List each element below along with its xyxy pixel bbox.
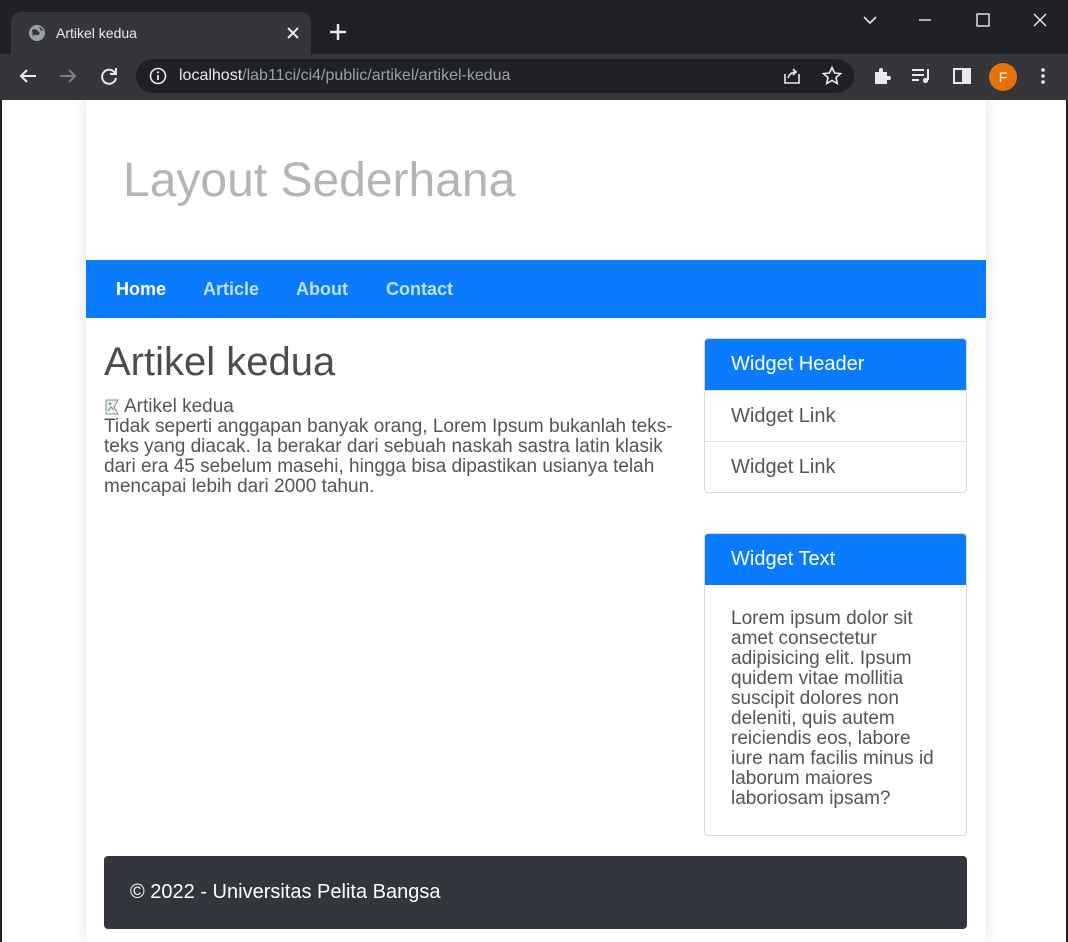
main-nav: Home Article About Contact: [86, 260, 986, 318]
new-tab-icon[interactable]: [326, 20, 350, 44]
broken-image-icon: [105, 399, 119, 415]
widget-links: Widget Header Widget Link Widget Link: [704, 338, 967, 493]
tab-title: Artikel kedua: [56, 25, 137, 41]
widget-link-1[interactable]: Widget Link: [705, 390, 966, 441]
minimize-icon[interactable]: [913, 8, 937, 32]
url-path: /lab11ci/ci4/public/artikel/artikel-kedu…: [242, 67, 511, 84]
nav-article[interactable]: Article: [203, 279, 259, 299]
article-image-broken: Artikel kedua: [104, 397, 234, 417]
widget-link-2[interactable]: Widget Link: [705, 441, 966, 492]
widget-header: Widget Header: [705, 339, 966, 390]
nav-contact[interactable]: Contact: [386, 279, 453, 299]
page-viewport: Layout Sederhana Home Article About Cont…: [0, 100, 1068, 942]
tab-search-chevron-icon[interactable]: [858, 8, 882, 32]
side-panel-icon[interactable]: [950, 64, 974, 88]
article-image-alt: Artikel kedua: [124, 396, 234, 417]
page-container: Layout Sederhana Home Article About Cont…: [86, 100, 986, 942]
widget-text-body: Lorem ipsum dolor sit amet consectetur a…: [731, 608, 934, 809]
media-playlist-icon[interactable]: [909, 64, 933, 88]
maximize-icon[interactable]: [971, 8, 995, 32]
url-text: localhost/lab11ci/ci4/public/artikel/art…: [179, 67, 510, 85]
close-tab-icon[interactable]: [283, 23, 303, 43]
site-footer: © 2022 - Universitas Pelita Bangsa: [104, 856, 967, 929]
reload-icon[interactable]: [97, 64, 121, 88]
browser-toolbar: localhost/lab11ci/ci4/public/artikel/art…: [0, 54, 1068, 100]
site-header: Layout Sederhana: [86, 100, 986, 260]
window-border-left: [0, 100, 2, 942]
bookmark-star-icon[interactable]: [821, 65, 843, 87]
close-window-icon[interactable]: [1028, 8, 1052, 32]
share-icon[interactable]: [781, 65, 803, 87]
widget-text: Widget Text Lorem ipsum dolor sit amet c…: [704, 533, 967, 836]
globe-icon: [29, 25, 45, 41]
browser-chrome: Artikel kedua localhost/lab11ci/ci4/publ…: [0, 0, 1068, 100]
address-bar[interactable]: localhost/lab11ci/ci4/public/artikel/art…: [136, 59, 854, 93]
back-arrow-icon[interactable]: [16, 64, 40, 88]
nav-home[interactable]: Home: [116, 279, 166, 299]
extensions-puzzle-icon[interactable]: [870, 64, 894, 88]
nav-about[interactable]: About: [296, 279, 348, 299]
tab-strip: Artikel kedua: [0, 0, 1068, 54]
kebab-menu-icon[interactable]: [1031, 64, 1055, 88]
article-title: Artikel kedua: [104, 340, 336, 384]
site-title: Layout Sederhana: [123, 154, 516, 207]
browser-tab[interactable]: Artikel kedua: [11, 12, 311, 54]
article-body: Tidak seperti anggapan banyak orang, Lor…: [104, 416, 673, 497]
profile-avatar[interactable]: F: [989, 63, 1017, 91]
widget-text-header: Widget Text: [705, 534, 966, 585]
url-host: localhost: [179, 67, 243, 84]
forward-arrow-icon[interactable]: [56, 64, 80, 88]
site-info-icon[interactable]: [149, 67, 167, 85]
